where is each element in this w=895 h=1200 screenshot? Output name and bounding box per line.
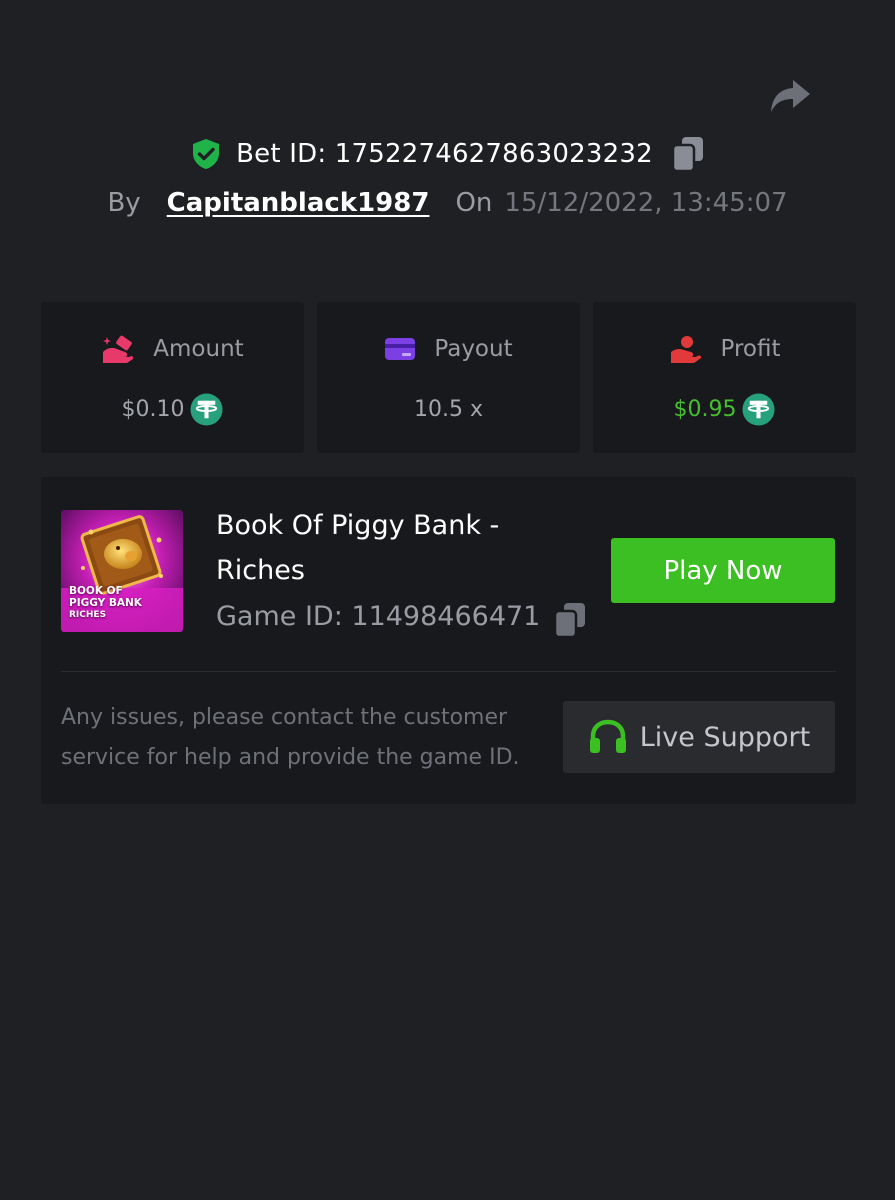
support-help-text: Any issues, please contact the customer … [61, 705, 520, 770]
thumb-line-2: PIGGY BANK [69, 597, 142, 609]
copy-game-id-button[interactable] [553, 601, 587, 639]
profit-card: Profit $0.95 [593, 302, 856, 453]
card-icon [385, 338, 416, 360]
share-button[interactable] [766, 74, 814, 118]
bet-id-row: Bet ID: 1752274627863023232 [0, 135, 895, 173]
bet-author-row: By Capitanblack1987 On 15/12/2022, 13:45… [0, 188, 895, 218]
username-link[interactable]: Capitanblack1987 [167, 188, 430, 218]
amount-label: Amount [153, 336, 244, 362]
amount-value: $0.10 [121, 396, 185, 422]
game-thumbnail[interactable]: BOOK OF PIGGY BANK RICHES [61, 510, 183, 632]
copy-icon [554, 603, 585, 638]
verified-shield-icon [193, 139, 220, 169]
profit-value: $0.95 [673, 396, 737, 422]
live-support-button[interactable]: Live Support [563, 701, 835, 773]
tether-icon [742, 392, 775, 426]
thumb-line-1: BOOK OF [69, 585, 123, 597]
by-label: By [107, 188, 141, 218]
profit-hand-icon [670, 336, 701, 363]
copy-icon [671, 137, 703, 172]
share-icon [771, 80, 810, 112]
play-now-button[interactable]: Play Now [611, 538, 835, 603]
amount-card: Amount $0.10 [41, 302, 304, 453]
bet-stats: Amount $0.10 Payout 10.5 x Profit $0.95 [41, 302, 856, 453]
live-support-label: Live Support [639, 721, 811, 753]
payout-card: Payout 10.5 x [317, 302, 580, 453]
game-id-text: Game ID: 11498466471 [216, 601, 541, 632]
on-label: On [455, 188, 493, 218]
tether-icon [190, 392, 223, 426]
payout-value: 10.5 x [414, 396, 483, 422]
bet-id-text: Bet ID: 1752274627863023232 [236, 139, 653, 169]
bet-datetime: 15/12/2022, 13:45:07 [504, 188, 788, 218]
copy-bet-id-button[interactable] [671, 135, 705, 173]
game-card: BOOK OF PIGGY BANK RICHES Book Of Piggy … [41, 477, 856, 804]
money-hand-icon [103, 335, 134, 363]
divider [61, 671, 836, 672]
game-title: Book Of Piggy Bank - Riches [216, 510, 500, 586]
payout-label: Payout [434, 336, 513, 362]
profit-label: Profit [720, 336, 781, 362]
headset-icon [589, 719, 626, 753]
thumb-line-3: RICHES [69, 610, 107, 620]
